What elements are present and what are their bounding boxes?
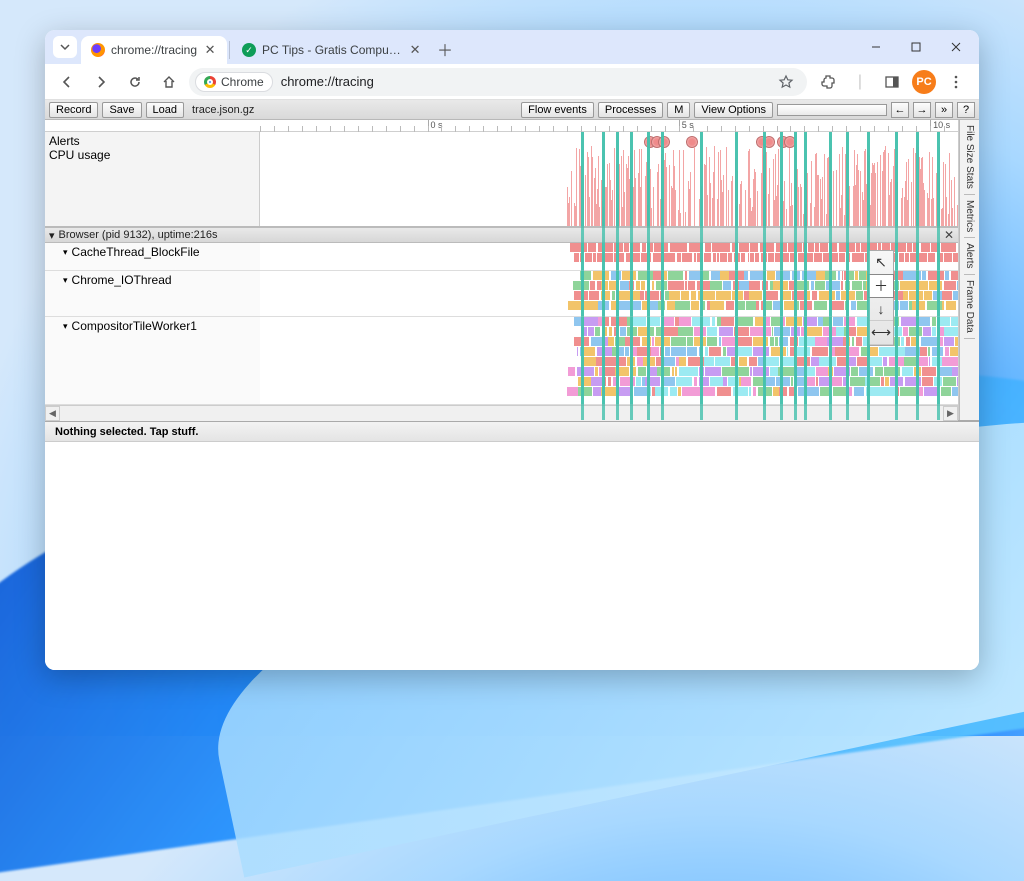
- thread-name: Chrome_IOThread: [72, 273, 172, 287]
- nav-more-button[interactable]: »: [935, 102, 953, 118]
- thread-list: ▾ CacheThread_BlockFile ▾ Chrome_IOThread ▾ C…: [45, 243, 958, 405]
- progress-bar: [777, 104, 887, 116]
- close-icon[interactable]: ✕: [203, 43, 217, 57]
- site-chip[interactable]: Chrome: [195, 72, 273, 92]
- tab-title: chrome://tracing: [111, 43, 197, 57]
- side-tab[interactable]: Alerts: [964, 238, 975, 275]
- overview-labels: Alerts CPU usage: [45, 132, 260, 226]
- tab-title: PC Tips - Gratis Computer Tips: [262, 43, 402, 57]
- flow-events-button[interactable]: Flow events: [521, 102, 594, 118]
- caret-icon: ▾: [63, 247, 68, 258]
- details-panel: Nothing selected. Tap stuff.: [45, 420, 979, 670]
- help-button[interactable]: ?: [957, 102, 975, 118]
- horizontal-scrollbar[interactable]: ◀ ▶: [45, 405, 958, 420]
- chip-label: Chrome: [221, 75, 264, 89]
- window-close-button[interactable]: [939, 33, 973, 61]
- close-process-button[interactable]: ✕: [944, 228, 954, 242]
- time-ruler[interactable]: 0 s 5 s 10 s: [45, 120, 958, 132]
- tool-palette: ↖ ＋ ↓ ⟷: [868, 250, 894, 346]
- view-options-button[interactable]: View Options: [694, 102, 773, 118]
- maximize-button[interactable]: [899, 33, 933, 61]
- reload-button[interactable]: [121, 68, 149, 96]
- thread-row: ▾ Chrome_IOThread: [45, 271, 958, 317]
- side-tab[interactable]: File Size Stats: [964, 120, 975, 195]
- thread-canvas[interactable]: [260, 317, 958, 404]
- details-header: Nothing selected. Tap stuff.: [45, 422, 979, 442]
- save-button[interactable]: Save: [102, 102, 141, 118]
- scroll-left-button[interactable]: ◀: [45, 406, 60, 421]
- pan-tool[interactable]: ↓: [869, 297, 893, 321]
- trace-filename: trace.json.gz: [192, 104, 254, 116]
- profile-avatar[interactable]: PC: [909, 68, 939, 96]
- address-bar: Chrome chrome://tracing | PC: [45, 64, 979, 100]
- pointer-tool[interactable]: ↖: [869, 251, 893, 275]
- m-button[interactable]: M: [667, 102, 690, 118]
- overview-pane: Alerts CPU usage: [45, 132, 958, 227]
- cpu-usage-label: CPU usage: [49, 148, 255, 162]
- zoom-tool[interactable]: ＋: [868, 274, 894, 298]
- thread-name: CacheThread_BlockFile: [72, 245, 200, 259]
- new-tab-button[interactable]: ＋: [432, 36, 458, 62]
- ruler-tick: 0 s: [428, 120, 443, 132]
- caret-icon: ▾: [63, 275, 68, 286]
- home-button[interactable]: [155, 68, 183, 96]
- tab-pctips[interactable]: ✓ PC Tips - Gratis Computer Tips ✕: [232, 36, 432, 64]
- nav-right-button[interactable]: →: [913, 102, 931, 118]
- record-button[interactable]: Record: [49, 102, 98, 118]
- tracing-viewer: 0 s 5 s 10 s Alerts CPU usage ▾ Browser (p…: [45, 120, 979, 670]
- processes-button[interactable]: Processes: [598, 102, 663, 118]
- tab-tracing[interactable]: chrome://tracing ✕: [81, 36, 227, 64]
- alerts-label: Alerts: [49, 134, 255, 148]
- nav-left-button[interactable]: ←: [891, 102, 909, 118]
- ruler-tick: 10 s: [930, 120, 950, 132]
- details-message: Nothing selected. Tap stuff.: [55, 426, 198, 438]
- overview-canvas[interactable]: [260, 132, 958, 226]
- load-button[interactable]: Load: [146, 102, 184, 118]
- thread-name: CompositorTileWorker1: [72, 319, 197, 333]
- bookmark-icon[interactable]: [775, 71, 797, 93]
- caret-icon: ▾: [63, 321, 68, 332]
- tab-strip: chrome://tracing ✕ ✓ PC Tips - Gratis Co…: [45, 30, 979, 64]
- ruler-tick: 5 s: [679, 120, 694, 132]
- back-button[interactable]: [53, 68, 81, 96]
- forward-button[interactable]: [87, 68, 115, 96]
- thread-canvas[interactable]: [260, 271, 958, 316]
- firefox-icon: [91, 43, 105, 57]
- kebab-menu-icon[interactable]: [941, 68, 971, 96]
- thread-row: ▾ CacheThread_BlockFile: [45, 243, 958, 271]
- details-body: [45, 442, 979, 670]
- caret-down-icon: ▾: [49, 229, 55, 242]
- side-tabs: File Size StatsMetricsAlertsFrame Data: [959, 120, 979, 420]
- thread-canvas[interactable]: [260, 243, 958, 270]
- url-text: chrome://tracing: [281, 74, 374, 89]
- close-icon[interactable]: ✕: [408, 43, 422, 57]
- scroll-right-button[interactable]: ▶: [943, 406, 958, 421]
- chrome-window: chrome://tracing ✕ ✓ PC Tips - Gratis Co…: [45, 30, 979, 670]
- extensions-icon[interactable]: [813, 68, 843, 96]
- side-tab[interactable]: Frame Data: [964, 275, 975, 339]
- tab-search-button[interactable]: [53, 36, 77, 58]
- process-title: Browser (pid 9132), uptime:216s: [59, 229, 218, 241]
- chrome-icon: [204, 76, 216, 88]
- sidepanel-icon[interactable]: [877, 68, 907, 96]
- omnibox[interactable]: Chrome chrome://tracing: [189, 68, 807, 96]
- minimize-button[interactable]: [859, 33, 893, 61]
- timing-tool[interactable]: ⟷: [869, 321, 893, 345]
- thread-row: ▾ CompositorTileWorker1: [45, 317, 958, 405]
- side-tab[interactable]: Metrics: [964, 195, 975, 238]
- process-header[interactable]: ▾ Browser (pid 9132), uptime:216s ✕: [45, 227, 958, 243]
- check-icon: ✓: [242, 43, 256, 57]
- alert-dot[interactable]: [686, 136, 698, 148]
- tracing-toolbar: Record Save Load trace.json.gz Flow even…: [45, 100, 979, 120]
